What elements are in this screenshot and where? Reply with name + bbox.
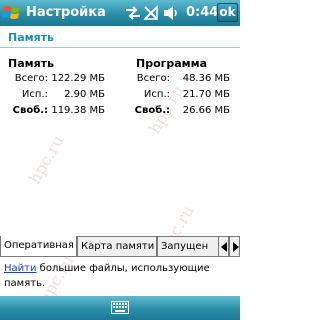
find-large-files-hint: Найти большие файлы, использующие память…	[4, 261, 236, 291]
speaker-icon[interactable]	[162, 4, 180, 22]
page-title: Память	[8, 31, 55, 44]
program-used-value: 21.70 МБ	[182, 89, 230, 100]
program-used-label: Исп.:	[143, 89, 170, 100]
memory-free-label: Своб.:	[12, 105, 48, 116]
program-free-value: 26.66 МБ	[182, 105, 230, 116]
memory-free-value: 119.38 МБ	[51, 105, 105, 116]
find-link[interactable]: Найти	[4, 263, 36, 274]
memory-total-label: Всего:	[14, 73, 48, 84]
program-title: Программа	[136, 57, 208, 70]
arrow-right-icon	[233, 242, 239, 252]
tab-bar: Оперативная Карта памяти Запущен	[0, 236, 240, 257]
program-total-value: 48.36 МБ	[182, 73, 230, 84]
tab-ram[interactable]: Оперативная	[0, 236, 77, 257]
memory-used-label: Исп.:	[21, 89, 48, 100]
tab-scroll-right[interactable]	[229, 236, 240, 257]
no-signal-icon[interactable]	[143, 4, 159, 22]
arrow-left-icon	[221, 242, 227, 252]
keyboard-icon[interactable]	[111, 301, 129, 314]
tab-running[interactable]: Запущен	[157, 236, 219, 257]
app-title: Настройка	[26, 5, 106, 20]
tab-scroll-left[interactable]	[218, 236, 229, 257]
title-bar: Настройка 0:44 ok	[0, 0, 240, 26]
clock[interactable]: 0:44	[186, 5, 218, 20]
bottom-bar	[0, 296, 240, 320]
memory-used-value: 2.90 МБ	[64, 89, 105, 100]
memory-total-value: 122.29 МБ	[51, 73, 105, 84]
watermark: hpc.ru	[24, 131, 68, 188]
connectivity-icon[interactable]	[125, 4, 141, 22]
memory-title: Память	[8, 57, 55, 70]
program-total-label: Всего:	[136, 73, 170, 84]
tab-memory-card[interactable]: Карта памяти	[77, 236, 157, 257]
windows-start-icon[interactable]	[2, 3, 22, 23]
program-free-label: Своб.:	[134, 105, 170, 116]
ok-button[interactable]: ok	[217, 3, 238, 22]
header-divider	[0, 47, 240, 48]
